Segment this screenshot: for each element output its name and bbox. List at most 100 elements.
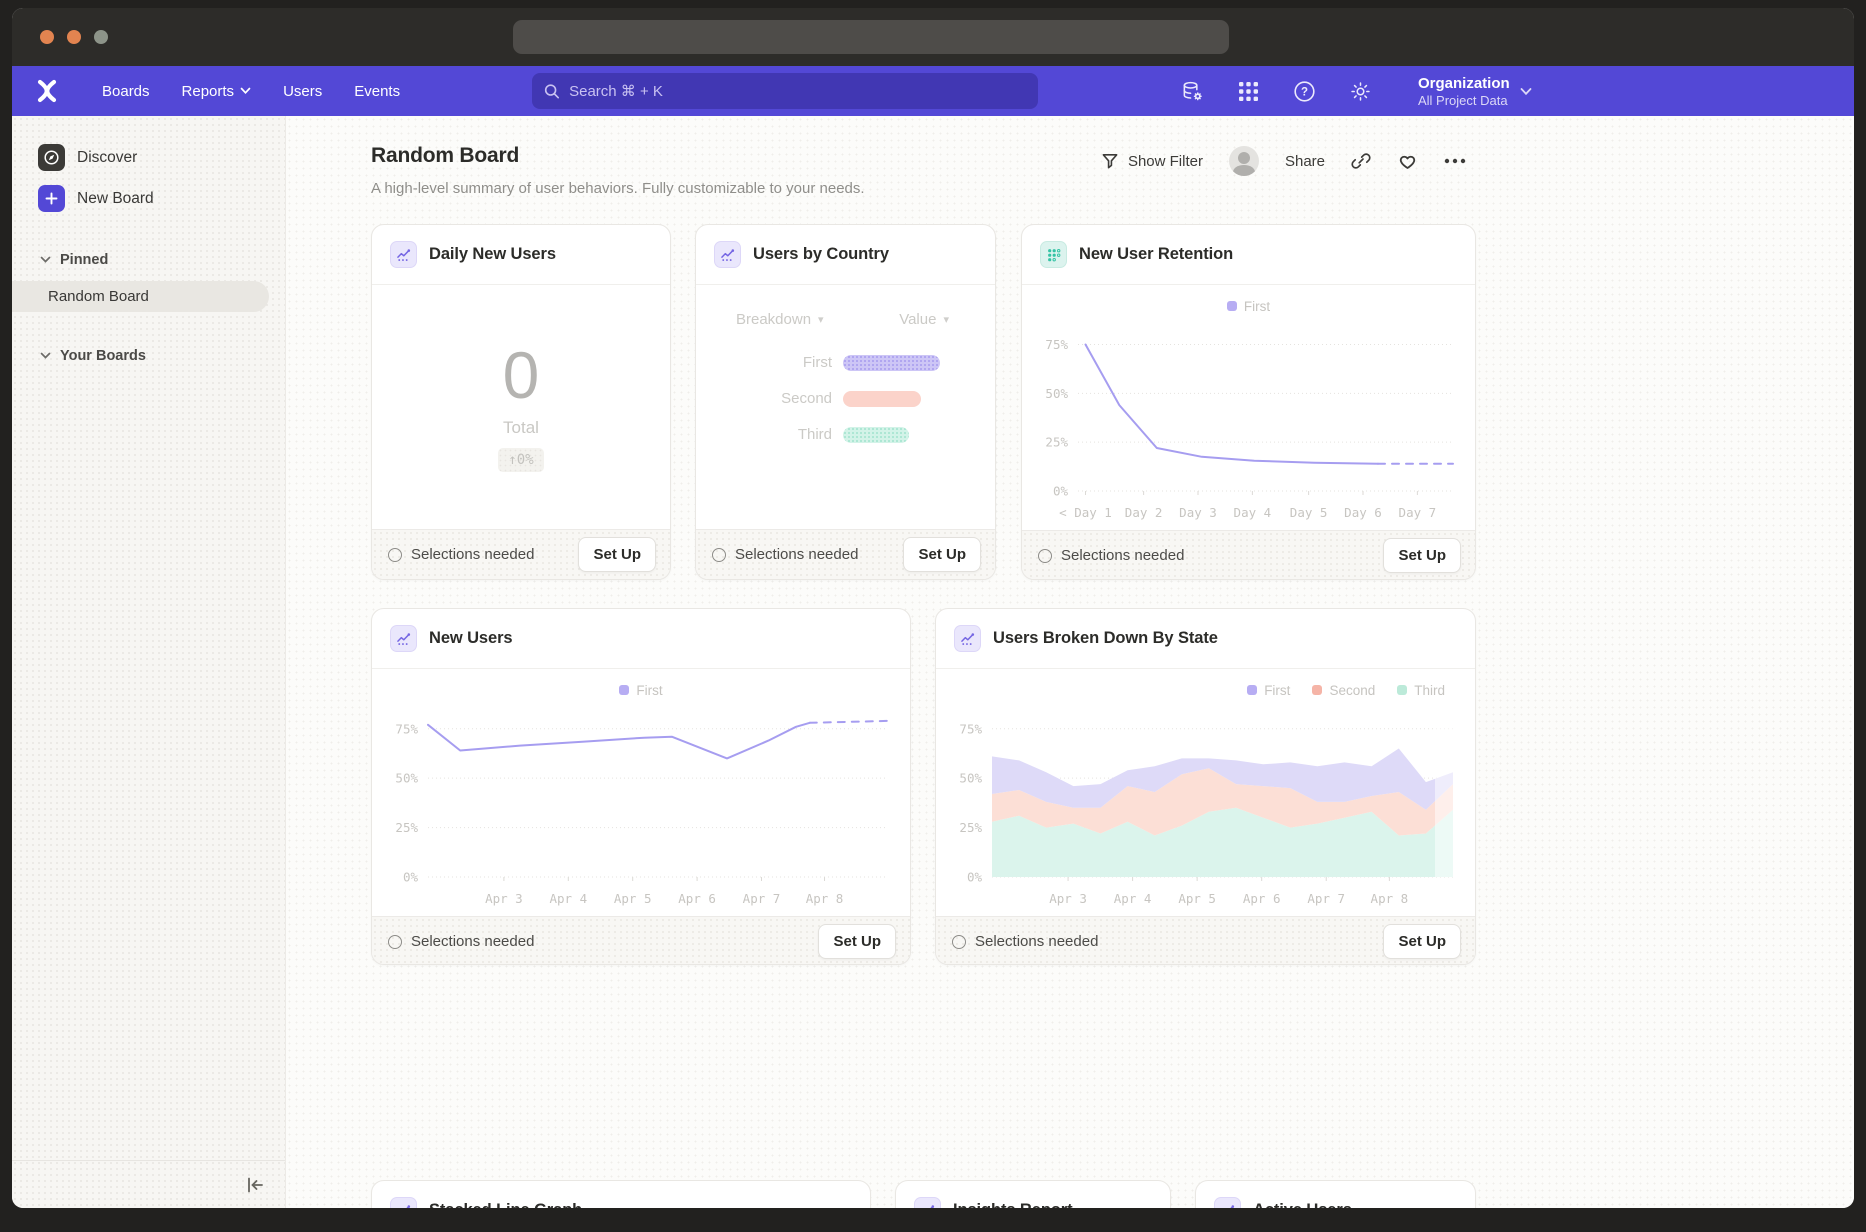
- more-options-icon[interactable]: [1444, 158, 1466, 164]
- sidebar-item-random-board[interactable]: Random Board: [12, 281, 269, 312]
- card-title: New User Retention: [1079, 245, 1233, 264]
- card-footer: Selections needed Set Up: [372, 529, 670, 579]
- avatar[interactable]: [1229, 146, 1259, 176]
- svg-text:Day 7: Day 7: [1399, 505, 1437, 520]
- sidebar-item-new-board[interactable]: New Board: [38, 185, 285, 212]
- svg-text:50%: 50%: [1045, 386, 1068, 401]
- card-footer: Selections needed Set Up: [1022, 530, 1475, 580]
- search-input[interactable]: [569, 83, 1026, 100]
- sidebar-section-your-boards[interactable]: Your Boards: [40, 348, 285, 364]
- favorite-heart-icon[interactable]: [1397, 151, 1418, 171]
- app-body: Discover New Board Pinned Random Board: [12, 116, 1854, 1208]
- nav-item-reports[interactable]: Reports: [170, 76, 264, 107]
- status-label: Selections needed: [735, 546, 858, 563]
- line-chart-icon: [914, 1197, 941, 1208]
- svg-text:75%: 75%: [395, 721, 418, 736]
- card-body: 0 Total ↑0%: [372, 285, 670, 529]
- svg-text:Apr 5: Apr 5: [1178, 891, 1216, 906]
- sidebar-section-pinned[interactable]: Pinned: [40, 252, 285, 268]
- window-zoom-button[interactable]: [94, 30, 108, 44]
- value-dropdown[interactable]: Value▾: [899, 311, 949, 328]
- sidebar-footer: [12, 1160, 285, 1208]
- svg-text:Apr 4: Apr 4: [1114, 891, 1152, 906]
- status-circle-icon: [1038, 549, 1052, 563]
- status-label: Selections needed: [411, 546, 534, 563]
- card-title: Daily New Users: [429, 245, 556, 264]
- set-up-button[interactable]: Set Up: [1383, 924, 1461, 959]
- svg-text:Day 2: Day 2: [1125, 505, 1163, 520]
- breakdown-row: Second: [696, 390, 995, 407]
- retention-line-chart: 75%50%25%0%< Day 1Day 2Day 3Day 4Day 5Da…: [1022, 315, 1475, 525]
- legend-swatch: [1397, 685, 1407, 695]
- window-minimize-button[interactable]: [67, 30, 81, 44]
- dropdown-label: Breakdown: [736, 311, 811, 328]
- share-button[interactable]: Share: [1285, 153, 1325, 170]
- legend-swatch: [1312, 685, 1322, 695]
- org-switcher[interactable]: Organization All Project Data: [1418, 74, 1532, 109]
- plus-icon: [38, 185, 65, 212]
- compass-icon: [38, 144, 65, 171]
- address-bar[interactable]: [513, 20, 1229, 54]
- card-header: Active Users: [1196, 1181, 1475, 1208]
- show-filter-button[interactable]: Show Filter: [1101, 152, 1203, 170]
- svg-text:50%: 50%: [395, 771, 418, 786]
- settings-gear-icon[interactable]: [1348, 79, 1372, 103]
- window-titlebar: [12, 8, 1854, 66]
- svg-text:0%: 0%: [967, 870, 983, 885]
- data-management-icon[interactable]: [1180, 79, 1204, 103]
- legend-item: Third: [1397, 683, 1445, 698]
- primary-nav: Boards Reports Users Events: [90, 76, 412, 107]
- svg-text:25%: 25%: [1045, 435, 1068, 450]
- window-close-button[interactable]: [40, 30, 54, 44]
- card-daily-new-users: Daily New Users 0 Total ↑0% Selections n…: [371, 224, 671, 580]
- set-up-button[interactable]: Set Up: [1383, 538, 1461, 573]
- apps-grid-icon[interactable]: [1236, 79, 1260, 103]
- global-search[interactable]: [532, 73, 1038, 109]
- status-circle-icon: [388, 935, 402, 949]
- card-body: First 75%50%25%0%< Day 1Day 2Day 3Day 4D…: [1022, 285, 1475, 530]
- set-up-button[interactable]: Set Up: [818, 924, 896, 959]
- set-up-button[interactable]: Set Up: [578, 537, 656, 572]
- card-title: Active Users: [1253, 1201, 1352, 1208]
- nav-item-boards[interactable]: Boards: [90, 76, 162, 107]
- svg-text:Day 3: Day 3: [1179, 505, 1217, 520]
- breakdown-bar: [843, 391, 921, 407]
- legend-item: First: [1227, 299, 1270, 314]
- mixpanel-logo[interactable]: [34, 78, 60, 104]
- breakdown-label: Third: [696, 426, 832, 443]
- help-icon[interactable]: ?: [1292, 79, 1316, 103]
- chart-legend: First Second Third: [936, 681, 1475, 699]
- nav-item-events[interactable]: Events: [342, 76, 412, 107]
- status-label: Selections needed: [1061, 547, 1184, 564]
- breakdown-row: First: [696, 354, 995, 371]
- metric-delta-badge: ↑0%: [498, 448, 543, 472]
- legend-label: First: [1264, 683, 1290, 698]
- breakdown-label: Second: [696, 390, 832, 407]
- breakdown-row: Third: [696, 426, 995, 443]
- set-up-button[interactable]: Set Up: [903, 537, 981, 572]
- search-icon: [544, 83, 560, 100]
- card-title: Users by Country: [753, 245, 889, 264]
- chevron-down-icon: [240, 87, 251, 95]
- card-header: Insights Report: [896, 1181, 1170, 1208]
- card-header: Daily New Users: [372, 225, 670, 285]
- svg-text:Apr 6: Apr 6: [678, 891, 716, 906]
- card-footer: Selections needed Set Up: [372, 916, 910, 965]
- line-chart-icon: [390, 1197, 417, 1208]
- org-name: Organization: [1418, 74, 1510, 93]
- metric-value: 0: [503, 342, 540, 408]
- svg-text:Apr 5: Apr 5: [614, 891, 652, 906]
- share-label: Share: [1285, 153, 1325, 170]
- nav-item-label: Events: [354, 83, 400, 100]
- svg-text:25%: 25%: [395, 820, 418, 835]
- copy-link-icon[interactable]: [1351, 151, 1371, 171]
- status-circle-icon: [388, 548, 402, 562]
- card-status: Selections needed: [1038, 547, 1184, 564]
- nav-item-users[interactable]: Users: [271, 76, 334, 107]
- status-circle-icon: [952, 935, 966, 949]
- breakdown-dropdown[interactable]: Breakdown▾: [736, 311, 824, 328]
- collapse-sidebar-icon[interactable]: [243, 1173, 267, 1197]
- sidebar-item-discover[interactable]: Discover: [38, 144, 285, 171]
- svg-text:Apr 3: Apr 3: [1049, 891, 1087, 906]
- desktop-background: Boards Reports Users Events: [0, 0, 1866, 1232]
